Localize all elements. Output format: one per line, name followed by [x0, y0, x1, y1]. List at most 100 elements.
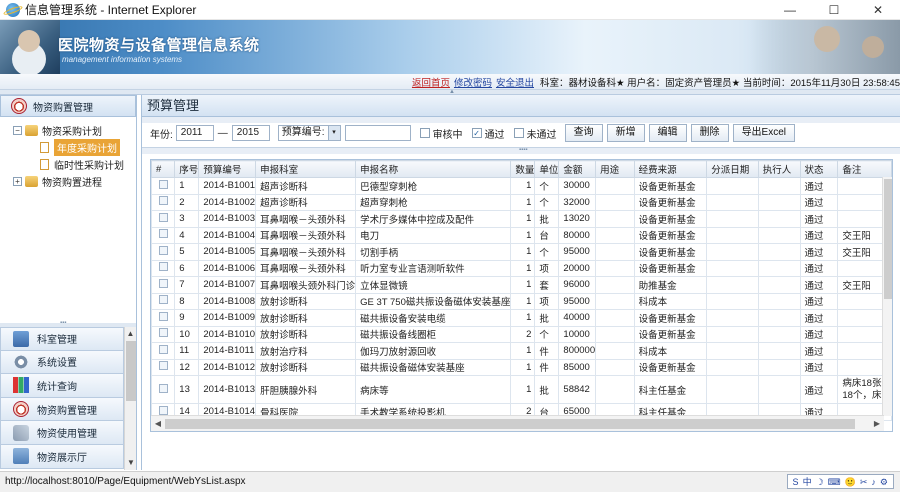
table-row[interactable]: 5 2014-B1005 耳鼻咽喉－头颈外科 切割手柄 1 个 95000 设备更新基金 通过交… — [151, 243, 892, 261]
grid-horizontal-scrollbar[interactable]: ◀ ▶ — [151, 415, 884, 431]
row-checkbox[interactable] — [158, 278, 168, 288]
module-system-settings[interactable]: 系统设置 — [0, 350, 124, 375]
year-to-input[interactable]: 2015 — [231, 125, 270, 141]
grid-vertical-scrollbar[interactable] — [882, 177, 892, 416]
column-header[interactable]: 备注 — [837, 160, 892, 178]
logout-link[interactable]: 安全退出 — [496, 75, 534, 89]
row-checkbox-cell[interactable] — [151, 276, 176, 294]
row-checkbox[interactable] — [158, 262, 168, 272]
scroll-thumb[interactable] — [126, 341, 136, 401]
review-checkbox[interactable] — [419, 128, 430, 138]
minimize-button[interactable]: — — [768, 0, 812, 20]
row-checkbox[interactable] — [158, 229, 168, 239]
ime-music-icon[interactable]: ♪ — [871, 472, 876, 492]
ime-lang-icon[interactable]: 中 — [803, 472, 812, 492]
row-checkbox-cell[interactable] — [151, 210, 176, 228]
table-row[interactable]: 7 2014-B1007 耳鼻咽喉头颈外科门诊 立体显微镜 1 套 96000 助推基金 通过交… — [151, 276, 892, 294]
row-checkbox[interactable] — [158, 361, 168, 371]
module-dept-management[interactable]: 科室管理 — [0, 327, 124, 351]
table-row[interactable]: 1 2014-B1001 超声诊断科 巴德型穿刺枪 1 个 30000 设备更新基金 通过 — [151, 177, 892, 195]
row-checkbox[interactable] — [158, 196, 168, 206]
scroll-thumb[interactable] — [884, 179, 892, 299]
grid-splitter[interactable]: ▪▪▪▪ — [142, 147, 900, 154]
collapse-toggle-icon[interactable]: − — [13, 126, 22, 135]
export-excel-button[interactable]: 导出Excel — [732, 124, 796, 142]
row-checkbox-cell[interactable] — [151, 342, 176, 360]
column-header[interactable]: 申报名称 — [355, 160, 512, 178]
scroll-thumb[interactable] — [165, 419, 855, 429]
ime-scissors-icon[interactable]: ✂ — [860, 472, 868, 492]
column-header[interactable]: 申报科室 — [255, 160, 357, 178]
tree-node-purchase-progress[interactable]: + 物资购置进程 — [0, 173, 136, 190]
chevron-down-icon[interactable]: ▾ — [327, 126, 340, 140]
row-checkbox[interactable] — [158, 328, 168, 338]
row-checkbox-cell[interactable] — [151, 243, 176, 261]
row-checkbox-cell[interactable] — [151, 358, 176, 376]
row-checkbox-cell[interactable] — [151, 375, 176, 404]
table-row[interactable]: 4 2014-B1004 耳鼻咽喉－头颈外科 电刀 1 台 80000 设备更新基金 通过 交王阳 — [151, 226, 892, 244]
maximize-button[interactable]: ☐ — [812, 0, 856, 20]
edit-button[interactable]: 编辑 — [648, 124, 687, 142]
row-checkbox-cell[interactable] — [151, 226, 176, 244]
row-checkbox[interactable] — [158, 212, 168, 222]
row-checkbox-cell[interactable] — [151, 177, 176, 195]
column-header[interactable]: 执行人 — [757, 160, 801, 178]
change-password-link[interactable]: 修改密码 — [454, 75, 492, 89]
column-header[interactable]: # — [151, 160, 176, 178]
ime-keyboard-icon[interactable]: ⌨ — [828, 472, 841, 492]
ime-logo-icon[interactable]: S — [793, 472, 799, 492]
scroll-left-icon[interactable]: ◀ — [151, 416, 165, 431]
table-row[interactable]: 10 2014-B1010 放射诊断科 磁共振设备线圈柜 2 个 10000 设备更新基金 通过 — [151, 325, 892, 343]
code-type-select[interactable]: 预算编号: ▾ — [277, 125, 341, 141]
module-usage[interactable]: 物资使用管理 — [0, 421, 124, 445]
pass-checkbox[interactable]: ✓ — [471, 128, 482, 138]
row-checkbox-cell[interactable] — [151, 309, 176, 327]
table-row[interactable]: 11 2014-B1011 放射治疗科 伽玛刀放射源回收 1 件 800000 科成本 通过 — [151, 342, 892, 360]
scroll-right-icon[interactable]: ▶ — [870, 416, 884, 431]
column-header[interactable]: 序号 — [174, 160, 200, 178]
ime-settings-icon[interactable]: ⚙ — [880, 472, 888, 492]
scroll-up-icon[interactable]: ▲ — [125, 327, 136, 341]
column-header[interactable]: 用途 — [595, 160, 635, 178]
column-header[interactable]: 单位 — [534, 160, 560, 178]
row-checkbox[interactable] — [158, 179, 168, 189]
close-button[interactable]: ✕ — [856, 0, 900, 20]
row-checkbox[interactable] — [158, 405, 168, 415]
accordion-scrollbar[interactable]: ▲ ▼ — [124, 327, 136, 470]
fail-checkbox[interactable] — [513, 128, 524, 138]
column-header[interactable]: 经费来源 — [633, 160, 708, 178]
column-header[interactable]: 状态 — [799, 160, 839, 178]
column-header[interactable]: 金额 — [558, 160, 597, 178]
delete-button[interactable]: 删除 — [690, 124, 729, 142]
home-link[interactable]: 返回首页 — [412, 75, 450, 89]
table-row[interactable]: 12 2014-B1012 放射诊断科 磁共振设备磁体安装基座 1 件 85000 设备更新基… — [151, 358, 892, 376]
row-checkbox[interactable] — [158, 311, 168, 321]
table-row[interactable]: 3 2014-B1003 耳鼻咽喉－头颈外科 学术厅多媒体中控成及配件 1 批 13020 设… — [151, 210, 892, 228]
row-checkbox-cell[interactable] — [151, 325, 176, 343]
code-input[interactable] — [344, 125, 411, 141]
tree-node-temp-plan[interactable]: 临时性采购计划 — [0, 156, 136, 173]
scroll-down-icon[interactable]: ▼ — [125, 456, 137, 470]
ime-toolbar[interactable]: S 中 ☽ ⌨ 🙂 ✂ ♪ ⚙ — [786, 472, 894, 492]
table-row[interactable]: 8 2014-B1008 放射诊断科 GE 3T 750磁共振设备磁体安装基座 1 项 95… — [151, 292, 892, 310]
column-header[interactable]: 分派日期 — [706, 160, 759, 178]
query-button[interactable]: 查询 — [564, 124, 603, 142]
row-checkbox-cell[interactable] — [151, 292, 176, 310]
table-row[interactable]: 13 2014-B1013 肝胆胰腺外科 病床等 1 批 58842 科主任基金 通过 病床18张… — [151, 375, 892, 404]
column-header[interactable]: 数量 — [510, 160, 536, 178]
column-header[interactable]: 预算编号 — [198, 160, 257, 178]
table-row[interactable]: 2 2014-B1002 超声诊断科 超声穿刺枪 1 个 32000 设备更新基金 通过 — [151, 193, 892, 211]
table-row[interactable]: 9 2014-B1009 放射诊断科 磁共振设备安装电缆 1 批 40000 设备更新基金 通过 — [151, 309, 892, 327]
module-statistics[interactable]: 统计查询 — [0, 374, 124, 398]
row-checkbox[interactable] — [158, 245, 168, 255]
ime-emoji-icon[interactable]: 🙂 — [845, 472, 856, 492]
module-showroom[interactable]: 物资展示厅 — [0, 444, 124, 469]
table-row[interactable]: 6 2014-B1006 耳鼻咽喉－头颈外科 听力室专业言语测听软件 1 项 20000 设备… — [151, 259, 892, 277]
ime-moon-icon[interactable]: ☽ — [816, 472, 824, 492]
row-checkbox[interactable] — [158, 344, 168, 354]
row-checkbox-cell[interactable] — [151, 193, 176, 211]
add-button[interactable]: 新增 — [606, 124, 645, 142]
row-checkbox-cell[interactable] — [151, 259, 176, 277]
row-checkbox[interactable] — [158, 295, 168, 305]
tree-node-annual-plan[interactable]: 年度采购计划 — [0, 139, 136, 156]
